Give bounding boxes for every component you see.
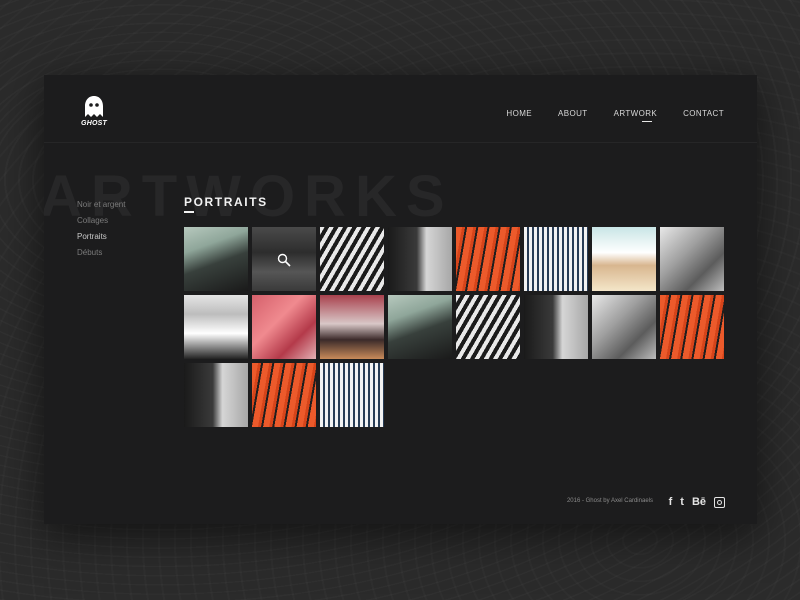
portrait-gallery [184,227,728,427]
gallery-thumbnail[interactable] [184,363,248,427]
nav-artwork[interactable]: ARTWORK [614,109,658,122]
gallery-thumbnail[interactable] [184,295,248,359]
site-window: GHOST HOME ABOUT ARTWORK CONTACT ARTWORK… [44,75,757,524]
footer-credit: 2016 - Ghost by Axel Cardinaels [566,498,653,504]
gallery-thumbnail[interactable] [184,227,248,291]
ghost-icon [85,96,103,117]
brand-name: GHOST [81,120,107,127]
category-collages[interactable]: Collages [77,215,125,227]
gallery-thumbnail[interactable] [320,363,384,427]
category-debuts[interactable]: Débuts [77,247,125,259]
tumblr-icon[interactable]: t [680,496,684,508]
nav-about[interactable]: ABOUT [558,109,588,118]
header-divider [44,142,757,143]
magnifier-icon [277,253,291,267]
section-underline [184,211,194,213]
ghost-logo[interactable]: GHOST [80,95,108,127]
nav-contact[interactable]: CONTACT [683,109,724,118]
facebook-icon[interactable]: f [669,496,673,508]
behance-icon[interactable]: Bē [692,496,706,508]
instagram-icon[interactable] [714,496,725,508]
gallery-thumbnail[interactable] [252,363,316,427]
gallery-thumbnail[interactable] [388,295,452,359]
social-links: f t Bē [669,496,725,508]
gallery-thumbnail[interactable] [320,295,384,359]
gallery-thumbnail[interactable] [660,295,724,359]
gallery-thumbnail[interactable] [524,227,588,291]
gallery-thumbnail[interactable] [592,295,656,359]
gallery-thumbnail[interactable] [660,227,724,291]
gallery-thumbnail[interactable] [456,227,520,291]
main-nav: HOME ABOUT ARTWORK CONTACT [506,109,724,122]
gallery-thumbnail[interactable] [320,227,384,291]
gallery-thumbnail[interactable] [592,227,656,291]
gallery-thumbnail[interactable] [252,227,316,291]
category-menu: Noir et argent Collages Portraits Débuts [77,199,125,263]
nav-home[interactable]: HOME [506,109,532,118]
category-portraits[interactable]: Portraits [77,231,125,243]
gallery-thumbnail[interactable] [252,295,316,359]
category-noir-et-argent[interactable]: Noir et argent [77,199,125,211]
gallery-thumbnail[interactable] [388,227,452,291]
gallery-thumbnail[interactable] [456,295,520,359]
section-title: PORTRAITS [184,195,268,209]
gallery-thumbnail[interactable] [524,295,588,359]
